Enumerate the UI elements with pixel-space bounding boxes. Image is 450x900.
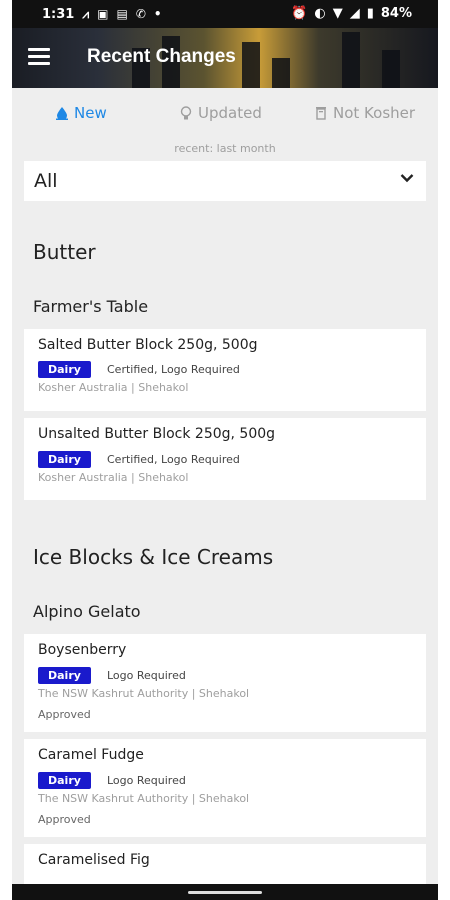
approval-status: Approved <box>38 813 91 826</box>
battery-percent: 84% <box>380 6 412 21</box>
tab-not-kosher-label: Not Kosher <box>333 104 416 122</box>
dairy-badge: Dairy <box>38 667 91 684</box>
product-card[interactable]: Caramel Fudge Dairy Logo Required The NS… <box>24 739 426 837</box>
page-title: Recent Changes <box>87 46 236 67</box>
approval-status: Approved <box>38 708 91 721</box>
status-bar: 1:31 ⩘ ▣ ▤ ✆ • ⏰ ◐ ▼ ◢ ▮ 84% <box>12 0 438 28</box>
recent-period-label: recent: last month <box>174 142 276 155</box>
product-name: Unsalted Butter Block 250g, 500g <box>38 426 276 442</box>
status-time: 1:31 <box>42 6 75 22</box>
cell-signal-icon: ◢ <box>349 6 360 21</box>
home-gesture-handle[interactable] <box>188 891 262 894</box>
category-filter-value: All <box>34 170 58 192</box>
certifying-agency: The NSW Kashrut Authority | Shehakol <box>38 792 250 805</box>
tab-new-label: New <box>74 104 107 122</box>
brand-title: Alpino Gelato <box>33 602 141 621</box>
product-card[interactable]: Unsalted Butter Block 250g, 500g Dairy C… <box>24 418 426 500</box>
certification-status: Logo Required <box>107 774 186 787</box>
certification-status: Certified, Logo Required <box>107 453 240 466</box>
section-title: Butter <box>33 240 96 264</box>
chevron-down-icon <box>400 174 414 183</box>
certifying-agency: Kosher Australia | Shehakol <box>38 471 189 484</box>
dairy-badge: Dairy <box>38 772 91 789</box>
product-name: Caramel Fudge <box>38 747 144 763</box>
tab-not-kosher[interactable]: Not Kosher <box>315 104 415 122</box>
wifi-icon: ▼ <box>332 6 343 21</box>
menu-icon[interactable] <box>28 48 50 65</box>
certifying-agency: Kosher Australia | Shehakol <box>38 381 189 394</box>
dairy-badge: Dairy <box>38 361 91 378</box>
brand-title: Farmer's Table <box>33 297 149 316</box>
dot-icon: • <box>153 7 162 21</box>
phone-screen: 1:31 ⩘ ▣ ▤ ✆ • ⏰ ◐ ▼ ◢ ▮ 84% Recent Chan… <box>12 0 438 900</box>
product-name: Boysenberry <box>38 642 127 658</box>
product-name: Caramelised Fig <box>38 852 150 868</box>
image-icon: ▣ <box>97 7 109 21</box>
system-nav-bar <box>12 884 438 900</box>
data-saver-icon: ◐ <box>314 6 326 21</box>
certification-status: Logo Required <box>107 669 186 682</box>
tab-updated[interactable]: Updated <box>180 104 262 122</box>
product-card[interactable]: Boysenberry Dairy Logo Required The NSW … <box>24 634 426 732</box>
tab-new[interactable]: New <box>56 104 107 122</box>
product-card[interactable]: Caramelised Fig <box>24 844 426 884</box>
product-name: Salted Butter Block 250g, 500g <box>38 337 258 353</box>
trash-icon <box>316 107 326 120</box>
certifying-agency: The NSW Kashrut Authority | Shehakol <box>38 687 250 700</box>
section-title: Ice Blocks & Ice Creams <box>33 545 274 569</box>
tab-updated-label: Updated <box>198 104 262 122</box>
phone-icon: ✆ <box>135 7 146 21</box>
signal-wave-icon: ⩘ <box>82 6 90 21</box>
certification-status: Certified, Logo Required <box>107 363 240 376</box>
message-icon: ▤ <box>116 7 128 21</box>
dairy-badge: Dairy <box>38 451 91 468</box>
lightbulb-icon <box>180 105 192 119</box>
drop-icon <box>56 107 68 120</box>
battery-icon: ▮ <box>366 6 374 21</box>
product-card[interactable]: Salted Butter Block 250g, 500g Dairy Cer… <box>24 329 426 411</box>
tab-bar: New Updated Not Kosher <box>12 100 438 128</box>
alarm-icon: ⏰ <box>291 6 308 21</box>
app-bar: Recent Changes <box>12 28 438 88</box>
category-filter-dropdown[interactable]: All <box>24 161 426 201</box>
